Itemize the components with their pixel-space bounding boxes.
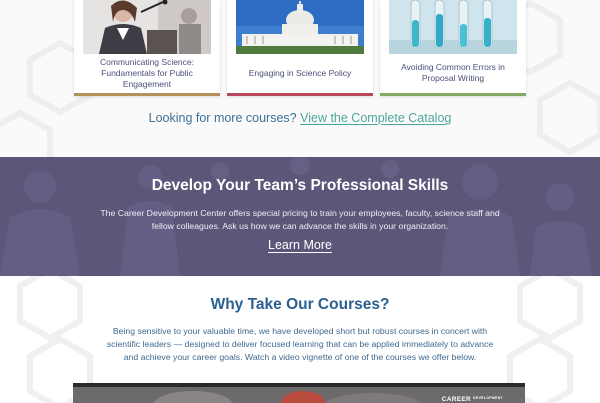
speaker-at-podium-photo [83,0,211,54]
course-accent-bar [227,93,373,96]
course-accent-bar [74,93,220,96]
learn-more-wrapper: Learn More [0,236,600,254]
video-brand-main: CAREER [441,396,472,403]
catalog-prompt: Looking for more courses? View the Compl… [0,111,600,125]
view-catalog-link[interactable]: View the Complete Catalog [300,111,451,125]
courses-section: Communicating Science: Fundamentals for … [0,0,600,157]
course-card[interactable]: Avoiding Common Errors in Proposal Writi… [380,0,526,96]
capitol-building-photo [236,0,364,54]
team-section-description: The Career Development Center offers spe… [100,208,500,231]
why-section-description: Being sensitive to your valuable time, w… [106,326,494,362]
video-brand-sub: DEVELOPMENT [473,396,503,400]
course-card[interactable]: Engaging in Science Policy [227,0,373,96]
course-card[interactable]: Communicating Science: Fundamentals for … [74,0,220,96]
catalog-prompt-text: Looking for more courses? [148,111,297,125]
course-title: Engaging in Science Policy [248,67,352,78]
course-title: Avoiding Common Errors in Proposal Writi… [401,62,505,83]
course-accent-bar [380,93,526,96]
course-video-preview[interactable]: CAREER DEVELOPMENT [73,383,525,403]
test-tubes-photo [389,0,517,54]
video-brand-label: CAREER DEVELOPMENT [442,396,503,403]
team-section-title: Develop Your Team’s Professional Skills [151,177,449,194]
course-title: Communicating Science: Fundamentals for … [99,56,194,89]
learn-more-link[interactable]: Learn More [268,238,332,252]
why-section-title: Why Take Our Courses? [210,296,390,313]
